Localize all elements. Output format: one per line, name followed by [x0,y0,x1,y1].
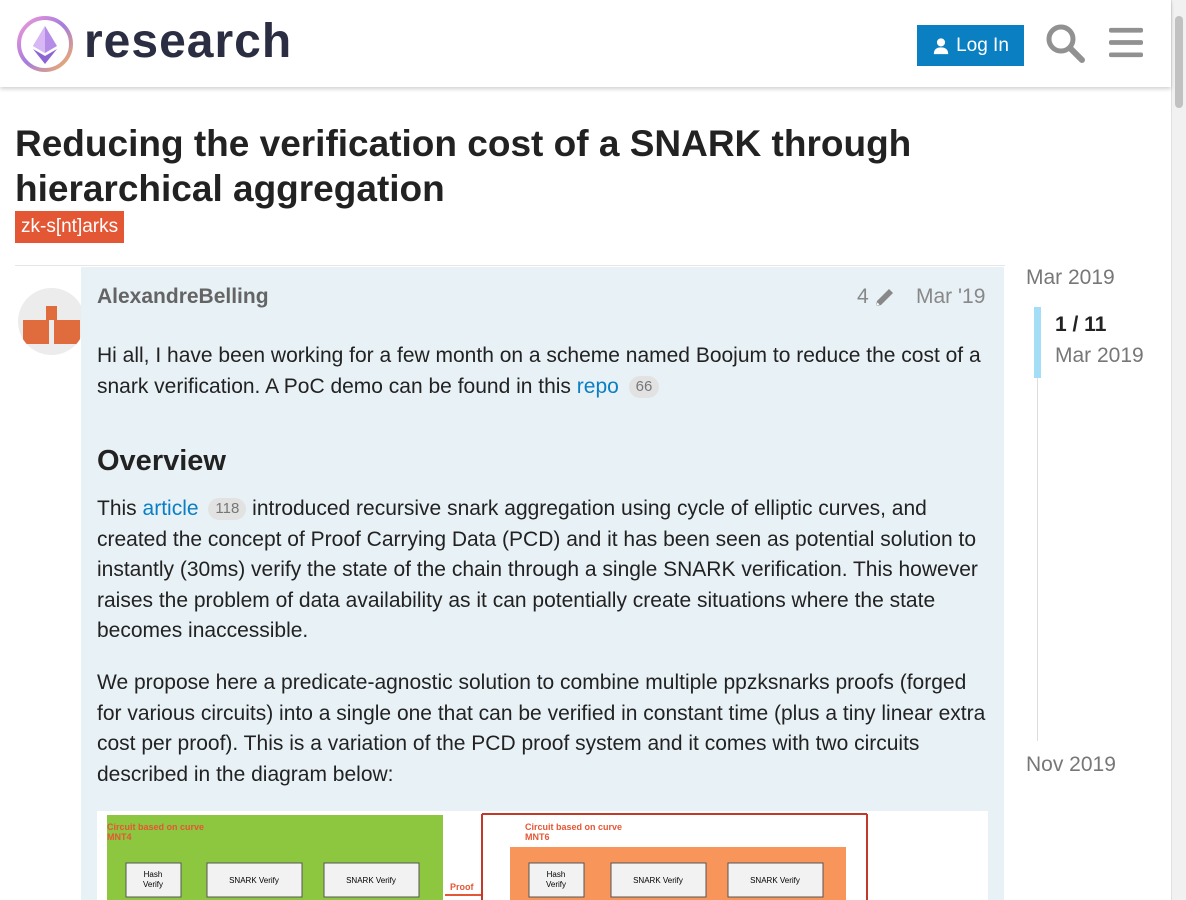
post-author[interactable]: AlexandreBelling [97,285,269,309]
timeline-current-date: Mar 2019 [1055,344,1144,367]
avatar[interactable] [18,288,85,355]
topic-title[interactable]: Reducing the verification cost of a SNAR… [15,121,975,211]
timeline-scroll-handle[interactable] [1034,307,1041,378]
left-hash-label-2: Verify [143,880,163,889]
left-hash-label-1: Hash [144,870,163,879]
repo-link-clicks: 66 [628,375,660,398]
page-scrollbar[interactable] [1171,0,1186,900]
category-tag[interactable]: zk-s[nt]arks [15,211,125,243]
topic-divider [15,265,1005,266]
search-icon[interactable] [1045,21,1085,65]
post-paragraph-3: We propose here a predicate-agnostic sol… [97,671,986,786]
pencil-icon [875,289,893,306]
post-date[interactable]: Mar '19 [916,285,985,309]
overview-heading: Overview [97,445,226,477]
post-paragraph-2: This article 118 introduced recursive sn… [97,494,987,647]
proof-label: Proof [450,882,475,892]
timeline-start-date[interactable]: Mar 2019 [1026,266,1115,290]
left-circuit-title: Circuit based on curve [107,822,204,832]
right-snark-2: SNARK Verify [750,876,800,885]
site-header: research Log In [0,0,1171,87]
edit-history[interactable]: 4 [857,285,897,309]
left-snark-2: SNARK Verify [346,876,396,885]
timeline-end-date[interactable]: Nov 2019 [1026,753,1116,777]
timeline-position: 1 / 11 [1055,313,1107,336]
post-paragraph-1: Hi all, I have been working for a few mo… [97,341,987,402]
scrollbar-thumb[interactable] [1175,16,1183,108]
right-hash-label-1: Hash [547,870,566,879]
right-snark-1: SNARK Verify [633,876,683,885]
circuit-diagram-image[interactable]: Circuit based on curve MNT4 Hash Verify … [97,811,988,900]
user-icon [933,37,949,54]
left-snark-1: SNARK Verify [229,876,279,885]
p1-text: Hi all, I have been working for a few mo… [97,344,981,398]
site-title[interactable]: research [84,12,292,72]
article-link-clicks: 118 [208,498,247,520]
left-circuit-curve: MNT4 [107,832,132,842]
ethereum-research-logo-icon[interactable] [15,14,75,74]
hamburger-menu-icon[interactable] [1106,21,1146,65]
right-circuit-title: Circuit based on curve [525,822,622,832]
p2-text-before: This [97,497,143,520]
edit-count: 4 [857,285,869,308]
right-hash-label-2: Verify [546,880,566,889]
login-label: Log In [956,34,1009,56]
right-circuit-curve: MNT6 [525,832,550,842]
repo-link[interactable]: repo [577,375,619,398]
login-button[interactable]: Log In [917,25,1024,66]
article-link[interactable]: article [143,497,199,520]
